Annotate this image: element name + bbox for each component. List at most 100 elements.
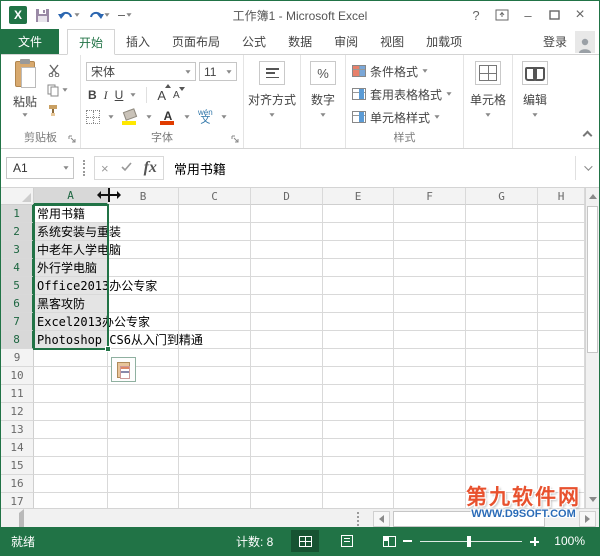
cell-H1[interactable] <box>538 205 585 223</box>
cell-D3[interactable] <box>251 241 323 259</box>
cell-G16[interactable] <box>466 475 538 493</box>
cell-H14[interactable] <box>538 439 585 457</box>
minimize-button[interactable]: – <box>517 5 539 25</box>
column-header-C[interactable]: C <box>179 188 251 205</box>
cell-H8[interactable] <box>538 331 585 349</box>
cell-F8[interactable] <box>394 331 466 349</box>
row-header-4[interactable]: 4 <box>1 259 34 277</box>
name-box[interactable]: A1 <box>6 157 74 179</box>
cell-F9[interactable] <box>394 349 466 367</box>
cell-G11[interactable] <box>466 385 538 403</box>
clipboard-dialog-launcher-icon[interactable] <box>68 135 77 144</box>
column-header-E[interactable]: E <box>323 188 394 205</box>
tab-view[interactable]: 视图 <box>369 29 415 54</box>
cell-G14[interactable] <box>466 439 538 457</box>
cell-H16[interactable] <box>538 475 585 493</box>
cell-C17[interactable] <box>179 493 251 508</box>
cell-E17[interactable] <box>323 493 394 508</box>
cell-D2[interactable] <box>251 223 323 241</box>
cell-H9[interactable] <box>538 349 585 367</box>
cell-B13[interactable] <box>108 421 179 439</box>
cell-F4[interactable] <box>394 259 466 277</box>
excel-logo-icon[interactable]: X <box>7 5 29 25</box>
cell-H5[interactable] <box>538 277 585 295</box>
conditional-formatting-button[interactable]: 条件格式 <box>352 63 428 79</box>
cell-G5[interactable] <box>466 277 538 295</box>
cell-F1[interactable] <box>394 205 466 223</box>
enter-check-icon[interactable] <box>121 159 132 177</box>
ribbon-display-options-icon[interactable] <box>491 5 513 25</box>
cell-G3[interactable] <box>466 241 538 259</box>
vertical-scrollbar-thumb[interactable] <box>587 206 598 353</box>
cell-B12[interactable] <box>108 403 179 421</box>
sign-in-button[interactable]: 登录 <box>543 29 599 54</box>
cell-E5[interactable] <box>323 277 394 295</box>
cell-C7[interactable] <box>179 313 251 331</box>
cell-G9[interactable] <box>466 349 538 367</box>
cell-G13[interactable] <box>466 421 538 439</box>
cell-C15[interactable] <box>179 457 251 475</box>
cell-E3[interactable] <box>323 241 394 259</box>
row-header-6[interactable]: 6 <box>1 295 34 313</box>
tab-data[interactable]: 数据 <box>277 29 323 54</box>
cell-F3[interactable] <box>394 241 466 259</box>
cell-F17[interactable] <box>394 493 466 508</box>
cell-E8[interactable] <box>323 331 394 349</box>
cell-F12[interactable] <box>394 403 466 421</box>
phonetic-guide-button[interactable]: wén文 <box>198 109 213 125</box>
italic-button[interactable]: I <box>104 88 108 103</box>
cell-C10[interactable] <box>179 367 251 385</box>
cell-A3[interactable]: 中老年人学电脑 <box>34 241 108 259</box>
tab-page-layout[interactable]: 页面布局 <box>161 29 231 54</box>
help-icon[interactable]: ? <box>465 5 487 25</box>
redo-icon[interactable] <box>86 5 112 25</box>
cell-D11[interactable] <box>251 385 323 403</box>
cell-G7[interactable] <box>466 313 538 331</box>
cell-A14[interactable] <box>34 439 108 457</box>
cell-A9[interactable] <box>34 349 108 367</box>
bold-button[interactable]: B <box>88 88 97 102</box>
vertical-scrollbar[interactable] <box>585 188 599 508</box>
cell-H15[interactable] <box>538 457 585 475</box>
underline-dropdown-icon[interactable] <box>131 93 136 96</box>
cell-A15[interactable] <box>34 457 108 475</box>
copy-button[interactable] <box>47 83 68 97</box>
cell-D1[interactable] <box>251 205 323 223</box>
cell-B15[interactable] <box>108 457 179 475</box>
cell-G17[interactable] <box>466 493 538 508</box>
cells-button[interactable]: 单元格 <box>464 61 512 117</box>
borders-dropdown-icon[interactable] <box>108 115 113 118</box>
cell-H10[interactable] <box>538 367 585 385</box>
cell-B17[interactable] <box>108 493 179 508</box>
tab-file[interactable]: 文件 <box>1 29 59 54</box>
undo-icon[interactable] <box>56 5 82 25</box>
cell-E1[interactable] <box>323 205 394 223</box>
cell-H3[interactable] <box>538 241 585 259</box>
cell-C12[interactable] <box>179 403 251 421</box>
cell-F5[interactable] <box>394 277 466 295</box>
page-break-view-button[interactable] <box>375 530 403 552</box>
horizontal-scrollbar-thumb[interactable] <box>393 511 545 527</box>
cell-E14[interactable] <box>323 439 394 457</box>
cell-H6[interactable] <box>538 295 585 313</box>
format-as-table-button[interactable]: 套用表格格式 <box>352 86 452 102</box>
cell-D15[interactable] <box>251 457 323 475</box>
collapse-ribbon-icon[interactable] <box>584 128 591 142</box>
column-header-F[interactable]: F <box>394 188 466 205</box>
cell-C13[interactable] <box>179 421 251 439</box>
row-header-15[interactable]: 15 <box>1 457 34 475</box>
alignment-button[interactable]: 对齐方式 <box>244 61 300 117</box>
row-header-10[interactable]: 10 <box>1 367 34 385</box>
cell-B14[interactable] <box>108 439 179 457</box>
cell-G15[interactable] <box>466 457 538 475</box>
formula-input[interactable]: 常用书籍 <box>164 156 575 180</box>
tab-review[interactable]: 审阅 <box>323 29 369 54</box>
cell-A16[interactable] <box>34 475 108 493</box>
cell-A11[interactable] <box>34 385 108 403</box>
cell-D9[interactable] <box>251 349 323 367</box>
cell-G8[interactable] <box>466 331 538 349</box>
scroll-down-icon[interactable] <box>587 492 599 507</box>
paste-button[interactable]: 粘贴 <box>7 61 43 133</box>
cell-C9[interactable] <box>179 349 251 367</box>
expand-formula-bar-icon[interactable] <box>575 156 597 180</box>
